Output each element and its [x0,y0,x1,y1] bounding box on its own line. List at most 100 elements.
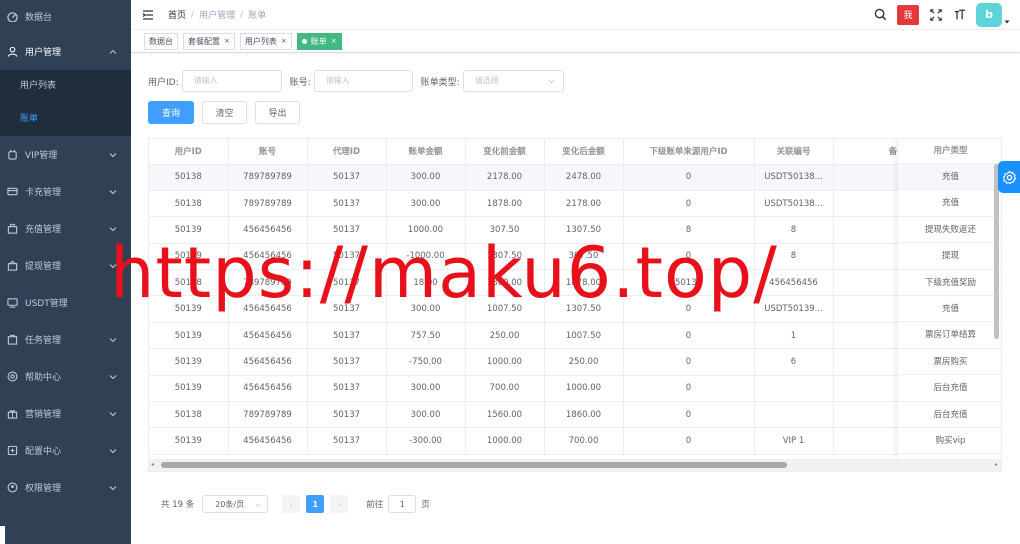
sidebar-item-help[interactable]: 帮助中心 [0,358,131,395]
fixed-column-user-type: 用户类型 充值 充值 提现失败返还 提现 下级充值奖励 充值 票房订单结算 票房购买 后台充值后… [898,139,1001,459]
sidebar-item-task[interactable]: 任务管理 [0,321,131,358]
table-cell: 789789789 [228,190,308,218]
fullscreen-icon[interactable] [929,8,943,22]
scroll-left-icon[interactable]: ◂ [151,462,157,468]
table-cell: 250.00 [465,322,545,350]
chevron-down-icon [109,152,117,157]
table-cell: 1000.00 [544,375,624,403]
table-cell-user-type: 后台充值 [898,402,1001,428]
page-size-select[interactable]: 20条/页 [202,495,269,513]
column-header: 变化后金额 [544,139,624,165]
sidebar-item-label: 卡充管理 [25,188,62,198]
table-row[interactable]: 50139 456456456 50137 -300.00 1000.00 700.00 0… [149,427,954,455]
sidebar-item-permission[interactable]: 权限管理 [0,469,131,506]
search-icon[interactable] [873,8,887,22]
table-cell: 757.50 [386,322,466,350]
table-cell: 0 [623,348,755,376]
tag-bill[interactable]: 账单 × [296,32,342,50]
tag-user-list[interactable]: 用户列表 × [239,32,292,50]
table-row[interactable]: 50139 456456456 50137 -750.00 1000.00 250.00 0… [149,348,954,376]
breadcrumb-user-management: 用户管理 [199,11,236,21]
table-cell: 0 [623,322,755,350]
close-icon[interactable]: × [224,37,230,45]
export-button[interactable]: 导出 [255,101,300,124]
table-cell: 0 [623,427,755,455]
action-buttons: 查询 清空 导出 [148,101,308,124]
table-row[interactable]: 50138 789789789 50137 300.00 1878.00 2178.00 0… [149,190,954,218]
table-cell-user-type: 提现 [898,243,1001,270]
sidebar-item-user-management[interactable]: 用户管理 [0,33,131,70]
table-cell: 1000.00 [465,427,545,455]
table-cell: 50138 [149,164,229,191]
table-row[interactable]: 50138 789789789 50137 300.00 1560.00 1860.00 0 [149,401,954,429]
table-cell-user-type: 票房订单结算 [898,322,1001,349]
table-cell: 50139 [149,427,229,455]
sidebar-item-card[interactable]: 卡充管理 [0,173,131,210]
hamburger-icon[interactable] [142,9,154,21]
sidebar-item-marketing[interactable]: 营销管理 [0,395,131,432]
chevron-down-icon [109,189,117,194]
chevron-down-icon [109,448,117,453]
tag-package-config[interactable]: 套餐配置 × [183,32,235,50]
sidebar-item-label: 帮助中心 [25,373,62,383]
prev-page-button[interactable]: ‹ [282,495,301,513]
table-cell: USDT50138... [754,164,834,191]
goto-page-input[interactable]: 1 [388,495,417,513]
table-cell: 1007.50 [544,322,624,350]
table-cell: 50139 [149,375,229,403]
table-cell: 1 [754,322,834,350]
bill-type-select[interactable]: 请选择 [462,70,564,92]
column-header: 账单金额 [386,139,466,165]
scroll-right-icon[interactable]: ▸ [995,462,1001,468]
sidebar-subitem-bill[interactable]: 账单 [0,103,131,136]
horizontal-scrollbar[interactable] [161,462,787,468]
table-cell: 456456456 [228,427,308,455]
table-cell: 456456456 [228,375,308,403]
table-cell: 50137 [307,348,387,376]
table-cell-user-type: 充值 [898,164,1001,191]
breadcrumb-bill: 账单 [248,11,267,21]
sidebar-item-label: 充值管理 [25,225,62,235]
navbar: 首页 / 用户管理 / 账单 我 b [131,0,1020,29]
sidebar-item-label: USDT管理 [25,299,68,309]
gear-icon [1002,170,1016,184]
table-cell: 50137 [307,427,387,455]
card-icon [7,186,18,197]
table-row[interactable]: 50139 456456456 50137 300.00 700.00 1000.00 0 [149,375,954,403]
sidebar-subitem-user-list[interactable]: 用户列表 [0,70,131,103]
sidebar-item-dashboard[interactable]: 数据台 [0,0,131,33]
table-cell: 456456456 [228,322,308,350]
navbar-actions: 我 b [863,0,1010,29]
close-icon[interactable]: × [281,37,287,45]
user-id-input[interactable]: 请输入 [181,70,282,92]
table-cell: 250.00 [544,348,624,376]
sidebar-item-label: 用户管理 [25,48,62,58]
breadcrumb-home[interactable]: 首页 [168,8,186,21]
page-1-button[interactable]: 1 [306,495,325,513]
caret-down-icon[interactable] [1004,19,1010,25]
horizontal-scrollbar-track[interactable]: ◂ ▸ [149,459,1001,471]
table-row[interactable]: 50138 789789789 50137 300.00 2178.00 2478.00 0… [149,164,954,191]
recharge-icon [7,223,18,234]
notification-badge[interactable]: 我 [897,4,919,25]
table-row[interactable]: 50139 456456456 50137 757.50 250.00 1007.50 0 1 [149,322,954,350]
table-cell: 6 [754,348,834,376]
sidebar-item-vip[interactable]: VIP管理 [0,136,131,173]
table-cell: VIP 1 [754,427,834,455]
column-header: 代理ID [307,139,387,165]
font-size-icon[interactable] [953,8,967,22]
usdt-icon [7,297,18,308]
avatar[interactable]: b [976,2,1002,27]
close-icon[interactable]: × [331,37,337,45]
next-page-button[interactable]: › [330,495,349,513]
table-cell-user-type: 票房购买 [898,349,1001,376]
tag-dashboard[interactable]: 数据台 [144,32,178,50]
query-button[interactable]: 查询 [148,101,194,124]
account-input[interactable]: 请输入 [313,70,413,92]
sidebar-item-config[interactable]: 配置中心 [0,432,131,469]
table-cell: 1560.00 [465,401,545,429]
goto-suffix: 页 [421,500,430,510]
settings-button[interactable] [998,161,1020,193]
clear-button[interactable]: 清空 [202,101,247,124]
table-cell-user-type: 提现失败返还 [898,217,1001,244]
